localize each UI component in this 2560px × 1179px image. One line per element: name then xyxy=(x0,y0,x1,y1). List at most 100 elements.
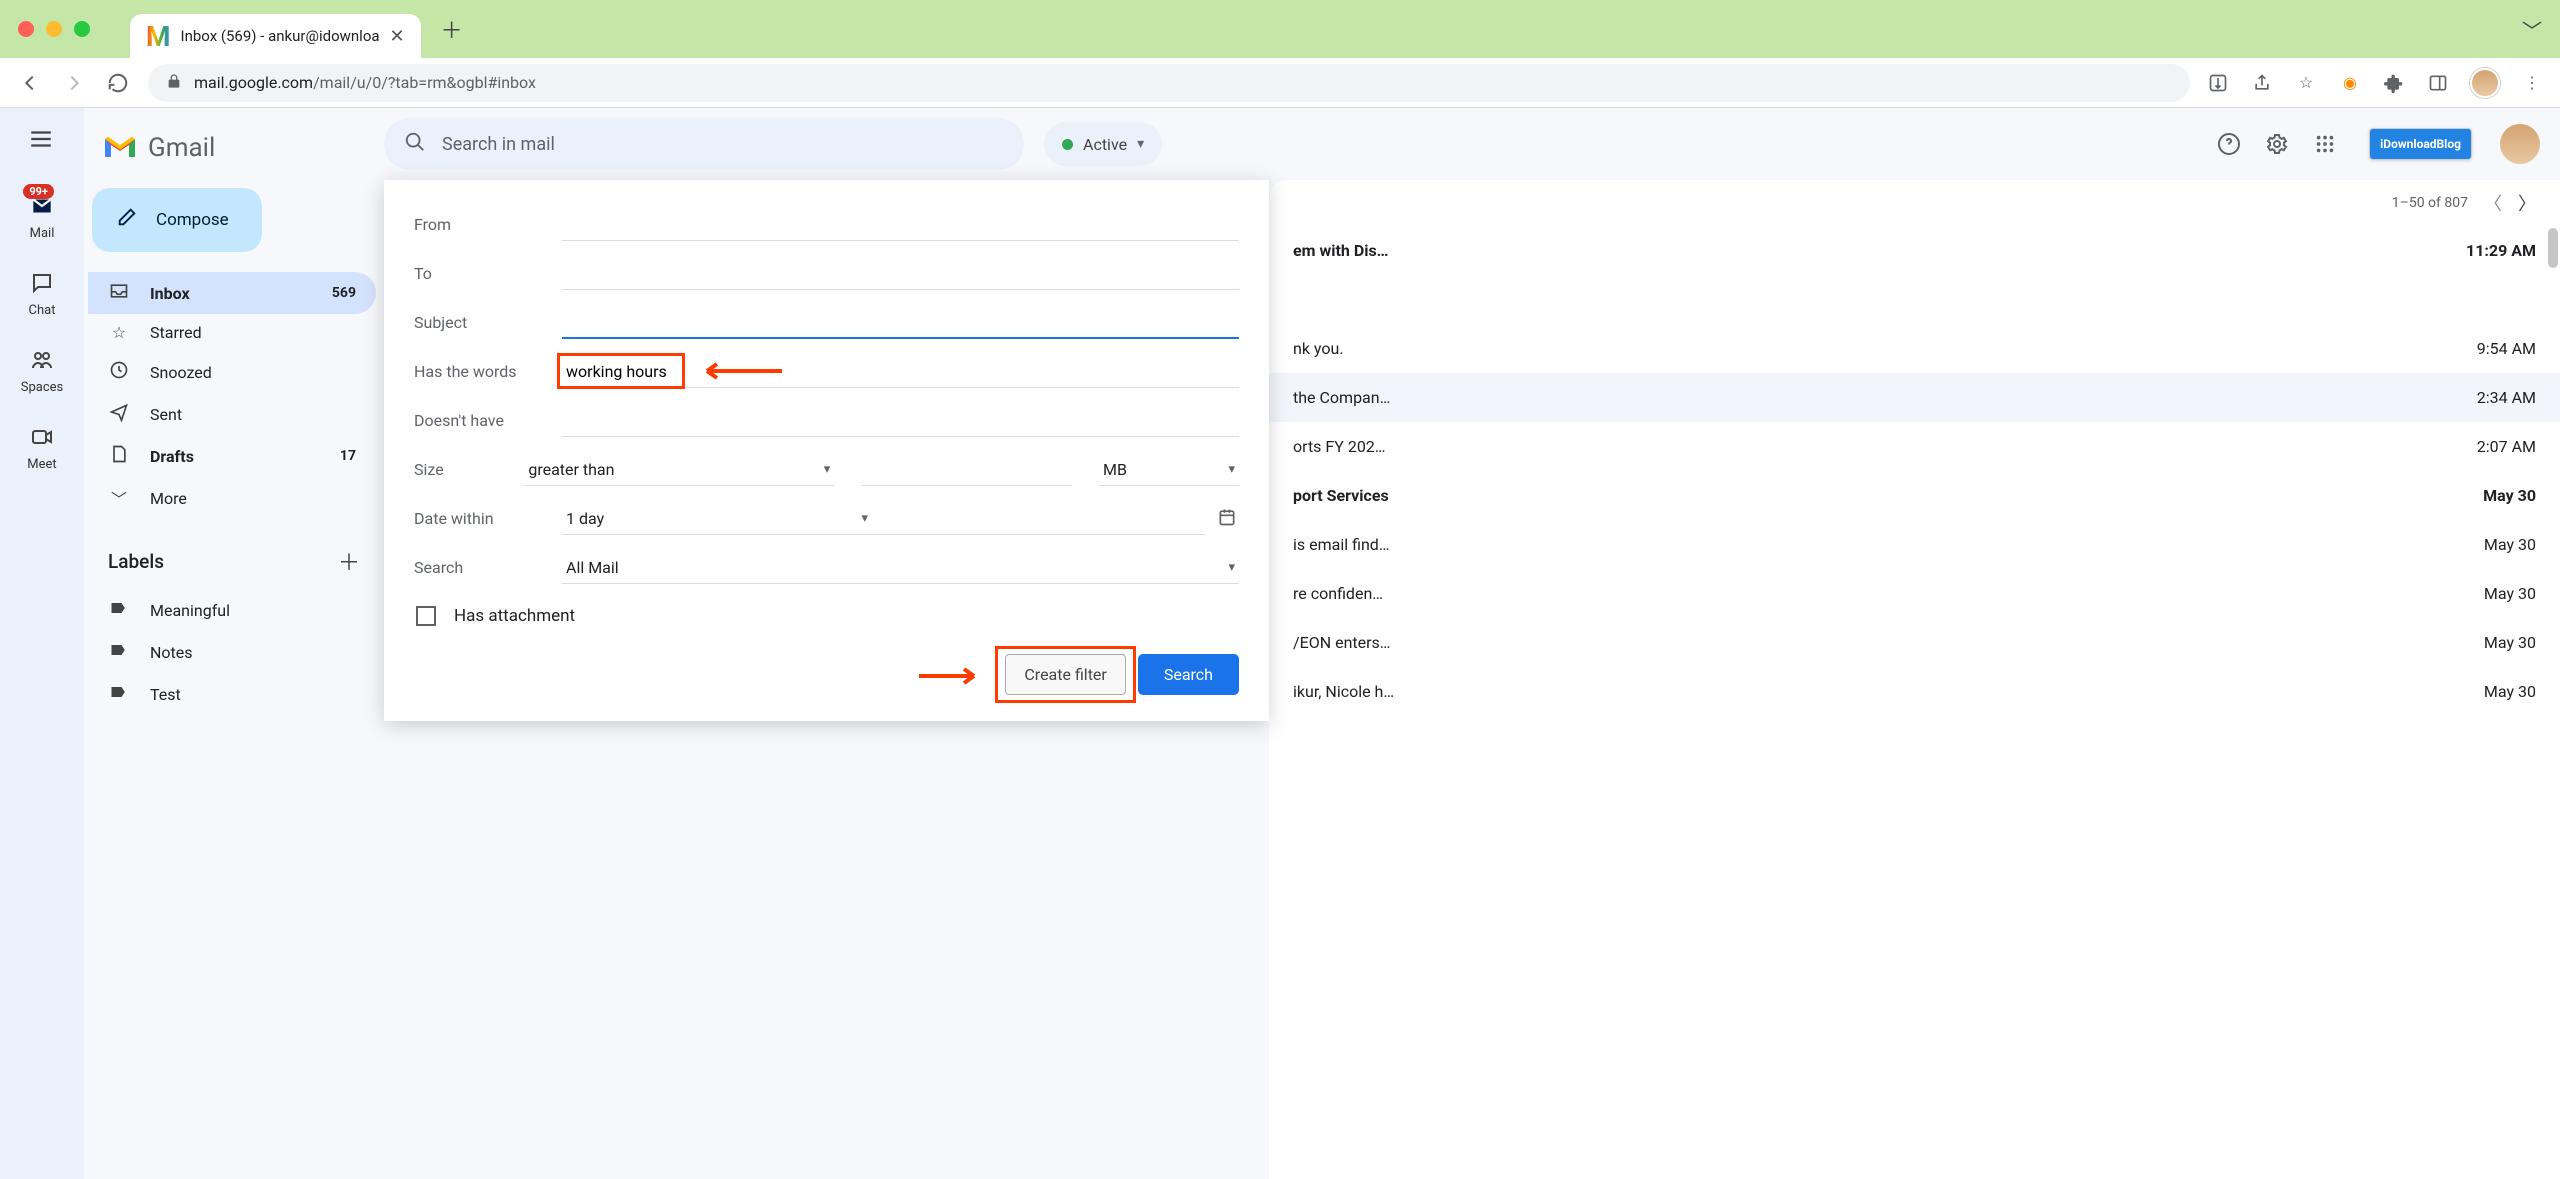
search-placeholder: Search in mail xyxy=(442,134,555,155)
brand-badge[interactable]: iDownloadBlog xyxy=(2369,128,2472,160)
tab-close-icon[interactable]: ✕ xyxy=(390,26,405,47)
back-button[interactable] xyxy=(16,69,44,97)
compose-label: Compose xyxy=(156,210,229,230)
star-icon: ☆ xyxy=(108,323,130,342)
date-within-label: Date within xyxy=(414,509,562,528)
email-list: 1–50 of 807 〈 〉 em with Dis…11:29 AM nk … xyxy=(1269,180,2560,1179)
rail-meet[interactable]: Meet xyxy=(26,421,58,472)
browser-tab[interactable]: M Inbox (569) - ankur@idownloa ✕ xyxy=(130,14,421,58)
chat-icon xyxy=(26,267,58,299)
window-close[interactable] xyxy=(18,21,34,37)
email-row[interactable]: /EON enters…May 30 xyxy=(1269,618,2560,667)
label-icon xyxy=(108,598,130,622)
share-icon[interactable] xyxy=(2250,71,2274,95)
rail-mail[interactable]: 99+ Mail xyxy=(26,190,58,241)
compose-button[interactable]: Compose xyxy=(92,188,262,252)
rail-spaces-label: Spaces xyxy=(21,380,64,395)
profile-avatar[interactable] xyxy=(2470,68,2500,98)
has-attachment-checkbox[interactable] xyxy=(416,606,436,626)
chevron-down-icon[interactable]: ﹀ xyxy=(2522,15,2542,44)
to-input[interactable] xyxy=(562,258,1239,290)
subject-label: Subject xyxy=(414,313,562,332)
email-row[interactable]: orts FY 202…2:07 AM xyxy=(1269,422,2560,471)
rail-spaces[interactable]: Spaces xyxy=(21,344,64,395)
sidebar-starred[interactable]: ☆ Starred xyxy=(88,314,376,351)
add-label-button[interactable]: ＋ xyxy=(338,545,360,577)
window-maximize[interactable] xyxy=(74,21,90,37)
email-row[interactable]: port ServicesMay 30 xyxy=(1269,471,2560,520)
label-icon xyxy=(108,682,130,706)
reload-button[interactable] xyxy=(104,69,132,97)
size-value-input[interactable] xyxy=(861,454,1072,486)
email-row[interactable]: em with Dis…11:29 AM xyxy=(1269,226,2560,275)
has-words-label: Has the words xyxy=(414,362,562,381)
date-input[interactable] xyxy=(872,503,1205,535)
to-label: To xyxy=(414,264,562,283)
next-page-button[interactable]: 〉 xyxy=(2518,190,2536,216)
file-icon xyxy=(108,444,130,468)
email-row[interactable]: is email find…May 30 xyxy=(1269,520,2560,569)
calendar-icon[interactable] xyxy=(1217,507,1239,531)
settings-gear-icon[interactable] xyxy=(2263,130,2291,158)
rail-chat[interactable]: Chat xyxy=(26,267,58,318)
extension-1-icon[interactable]: ◉ xyxy=(2338,71,2362,95)
window-minimize[interactable] xyxy=(46,21,62,37)
account-avatar[interactable] xyxy=(2500,124,2540,164)
send-icon xyxy=(108,402,130,426)
mail-badge: 99+ xyxy=(23,184,54,199)
sidebar-item-label: Sent xyxy=(150,405,182,424)
chevron-down-icon: ▾ xyxy=(1137,136,1144,152)
sidebar-sent[interactable]: Sent xyxy=(88,393,376,435)
spaces-icon xyxy=(26,344,58,376)
tab-title: Inbox (569) - ankur@idownloa xyxy=(181,27,380,45)
scrollbar-thumb[interactable] xyxy=(2548,228,2558,268)
address-bar[interactable]: mail.google.com/mail/u/0/?tab=rm&ogbl#in… xyxy=(148,64,2190,102)
bookmark-star-icon[interactable]: ☆ xyxy=(2294,71,2318,95)
label-icon xyxy=(108,640,130,664)
status-chip[interactable]: Active ▾ xyxy=(1044,122,1162,166)
email-row[interactable]: re confiden…May 30 xyxy=(1269,569,2560,618)
email-row[interactable]: ikur, Nicole h…May 30 xyxy=(1269,667,2560,716)
has-words-input[interactable] xyxy=(562,356,1239,388)
extensions-puzzle-icon[interactable] xyxy=(2382,71,2406,95)
labels-heading: Labels xyxy=(108,550,164,573)
pencil-icon xyxy=(116,206,138,234)
sidebar-drafts[interactable]: Drafts 17 xyxy=(88,435,376,477)
label-meaningful[interactable]: Meaningful xyxy=(88,589,376,631)
has-attachment-label: Has attachment xyxy=(454,606,575,626)
sidebar-item-label: Snoozed xyxy=(150,363,212,382)
support-icon[interactable] xyxy=(2215,130,2243,158)
search-button[interactable]: Search xyxy=(1138,654,1239,695)
main-menu-icon[interactable] xyxy=(28,126,56,154)
email-row[interactable]: the Compan…2:34 AM xyxy=(1269,373,2560,422)
label-text: Notes xyxy=(150,643,193,662)
sidebar-item-label: Starred xyxy=(150,323,202,342)
search-scope-select[interactable]: All Mail▾ xyxy=(562,552,1239,584)
label-text: Meaningful xyxy=(150,601,230,620)
sidepanel-icon[interactable] xyxy=(2426,71,2450,95)
label-notes[interactable]: Notes xyxy=(88,631,376,673)
prev-page-button[interactable]: 〈 xyxy=(2484,190,2502,216)
sidebar-item-label: More xyxy=(150,489,187,508)
lock-icon xyxy=(166,73,182,93)
apps-grid-icon[interactable] xyxy=(2311,130,2339,158)
date-range-select[interactable]: 1 day▾ xyxy=(562,503,872,535)
sidebar-more[interactable]: ﹀ More xyxy=(88,477,376,519)
sidebar-snoozed[interactable]: Snoozed xyxy=(88,351,376,393)
email-row[interactable]: nk you.9:54 AM xyxy=(1269,324,2560,373)
status-text: Active xyxy=(1083,135,1127,154)
gmail-logo[interactable]: Gmail xyxy=(88,118,376,188)
size-unit-select[interactable]: MB▾ xyxy=(1099,454,1239,486)
sidebar-inbox[interactable]: Inbox 569 xyxy=(88,272,376,314)
create-filter-button[interactable]: Create filter xyxy=(1005,654,1125,695)
kebab-menu-icon[interactable]: ⋮ xyxy=(2520,71,2544,95)
label-test[interactable]: Test xyxy=(88,673,376,715)
search-input[interactable]: Search in mail xyxy=(384,118,1024,170)
forward-button[interactable] xyxy=(60,69,88,97)
size-operator-select[interactable]: greater than▾ xyxy=(524,454,834,486)
new-tab-button[interactable]: ＋ xyxy=(436,13,468,45)
doesnt-have-input[interactable] xyxy=(562,405,1239,437)
subject-input[interactable] xyxy=(562,306,1239,339)
from-input[interactable] xyxy=(562,209,1239,241)
install-app-icon[interactable] xyxy=(2206,71,2230,95)
